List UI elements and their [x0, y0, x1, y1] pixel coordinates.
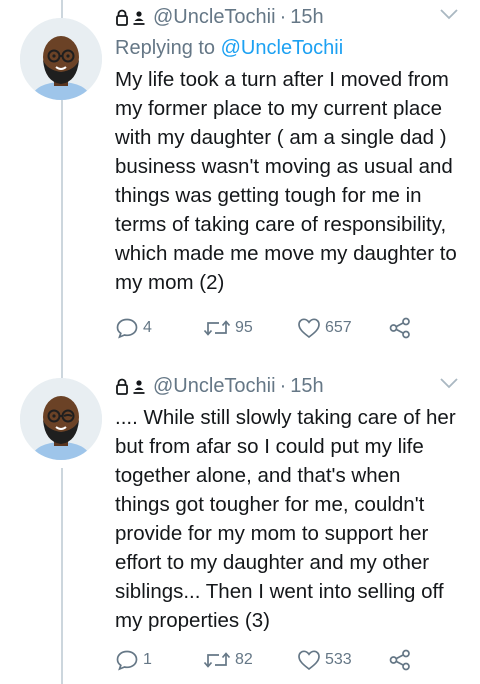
user-icon — [132, 377, 146, 395]
tweet-text: .... While still slowly taking care of h… — [115, 406, 456, 632]
reply-count: 4 — [143, 319, 152, 336]
share-button[interactable] — [388, 649, 412, 671]
like-button[interactable]: 657 — [297, 317, 352, 339]
chevron-down-icon[interactable] — [438, 375, 460, 391]
chevron-down-icon[interactable] — [438, 6, 460, 22]
replying-to-label: Replying to — [115, 37, 221, 59]
timestamp[interactable]: 15h — [290, 373, 323, 399]
username-handle[interactable]: @UncleTochii — [153, 4, 276, 30]
like-count: 533 — [325, 651, 352, 668]
tweet[interactable]: @UncleTochii · 15h Replying to @UncleToc… — [0, 0, 480, 360]
retweet-count: 95 — [235, 319, 253, 336]
retweet-button[interactable]: 95 — [203, 317, 253, 339]
separator: · — [279, 6, 287, 28]
retweet-button[interactable]: 82 — [203, 649, 253, 671]
tweet-text: My life took a turn after I moved from m… — [115, 68, 457, 294]
timestamp[interactable]: 15h — [290, 4, 323, 30]
retweet-count: 82 — [235, 651, 253, 668]
replying-to: Replying to @UncleTochii — [115, 35, 460, 61]
separator: · — [279, 375, 287, 397]
reply-button[interactable]: 1 — [115, 649, 152, 671]
tweet-header: @UncleTochii · 15h — [115, 373, 460, 399]
share-button[interactable] — [388, 317, 412, 339]
like-button[interactable]: 533 — [297, 649, 352, 671]
avatar[interactable] — [20, 18, 102, 100]
retweet-icon — [203, 652, 231, 668]
lock-icon — [115, 377, 129, 395]
retweet-icon — [203, 320, 231, 336]
user-icon — [132, 8, 146, 26]
lock-icon — [115, 8, 129, 26]
heart-icon — [298, 318, 320, 339]
like-count: 657 — [325, 319, 352, 336]
tweet-actions: 4 95 657 — [115, 317, 425, 343]
share-icon — [389, 649, 410, 671]
avatar[interactable] — [20, 378, 102, 460]
reply-icon — [116, 318, 138, 339]
reply-button[interactable]: 4 — [115, 317, 152, 339]
username-handle[interactable]: @UncleTochii — [153, 373, 276, 399]
share-icon — [389, 317, 410, 339]
reply-count: 1 — [143, 651, 152, 668]
tweet-actions: 1 82 533 — [115, 649, 425, 675]
tweet-header: @UncleTochii · 15h — [115, 4, 460, 30]
replying-to-handle[interactable]: @UncleTochii — [221, 37, 344, 59]
reply-icon — [116, 650, 138, 671]
heart-icon — [298, 650, 320, 671]
tweet[interactable]: @UncleTochii · 15h .... While still slow… — [0, 360, 480, 684]
